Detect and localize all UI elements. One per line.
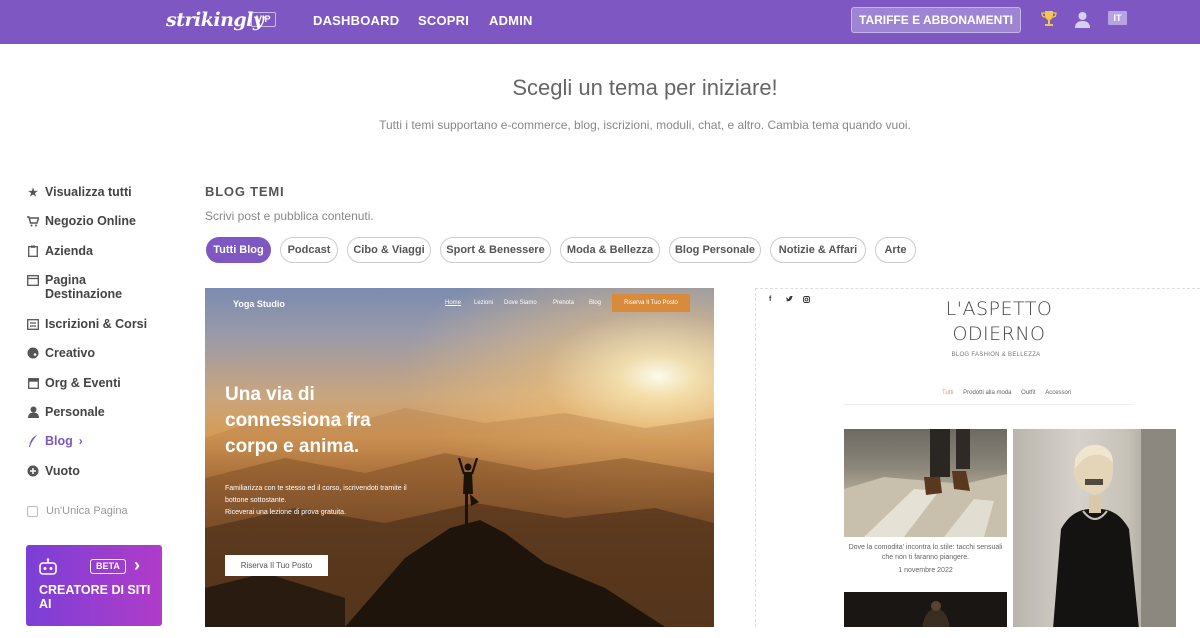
clipboard-icon [27, 245, 39, 257]
sidebar-item-label: Azienda [45, 244, 93, 258]
sidebar-item-label: Vuoto [45, 464, 80, 478]
sidebar-item-iscrizioni-corsi[interactable]: Iscrizioni & Corsi [27, 317, 147, 331]
fashion-title-line: ODIERNO [952, 323, 1046, 345]
plus-circle-icon [27, 465, 39, 477]
top-navbar: strikingly VIP DASHBOARD SCOPRI ADMIN TA… [0, 0, 1200, 44]
sidebar-item-label: Visualizza tutti [45, 185, 132, 199]
template-card-yoga-studio[interactable]: Yoga Studio Home Lezioni Dove Siamo Pren… [205, 288, 714, 627]
nav-dashboard[interactable]: DASHBOARD [313, 13, 399, 28]
robot-icon [38, 558, 58, 581]
sidebar-item-label: Personale [45, 405, 105, 419]
filter-podcast[interactable]: Podcast [280, 237, 338, 263]
post-caption: Dove la comodita' incontra lo stile: tac… [848, 544, 1003, 561]
template-card-fashion-blog[interactable]: f L'ASPETTO ODIERNO BLOG FASHION & BELLE… [755, 288, 1200, 627]
sidebar-item-label: Iscrizioni & Corsi [45, 317, 148, 331]
filter-tutti-blog[interactable]: Tutti Blog [206, 237, 271, 263]
sidebar-item-label: Negozio Online [45, 214, 136, 228]
fashion-tabs: Tutti Prodotti alla moda Outfit Accessor… [942, 390, 1071, 396]
yoga-body-line: Familiarizza con te stesso ed il corso, … [225, 485, 407, 504]
yoga-nav-lezioni: Lezioni [474, 300, 494, 306]
sidebar-item-personale[interactable]: Personale [27, 405, 105, 419]
cart-icon [27, 215, 39, 227]
yoga-cta-button: Riserva Il Tuo Posto [612, 294, 690, 312]
section-subtitle: Scrivi post e pubblica contenuti. [205, 209, 374, 223]
sidebar-item-label: Creativo [45, 346, 96, 360]
divider [844, 404, 1134, 405]
yoga-nav-dove-siamo: Dove Siamo [504, 300, 537, 306]
instagram-icon [803, 296, 810, 305]
fashion-tab-tutti: Tutti [942, 390, 954, 396]
fashion-title-line: L'ASPETTO [945, 298, 1053, 320]
fashion-tab-prodotti: Prodotti alla moda [963, 390, 1012, 396]
vip-badge: VIP [251, 12, 276, 27]
yoga-brand: Yoga Studio [233, 299, 285, 309]
yoga-nav-home: Home [445, 300, 462, 306]
yoga-nav-prenota: Prenota [553, 300, 575, 306]
one-page-checkbox[interactable]: Un'Unica Pagina [27, 505, 128, 517]
yoga-hero-heading: Una via di connessiona fra corpo e anima… [225, 384, 371, 457]
filter-blog-personale[interactable]: Blog Personale [669, 237, 761, 263]
ai-site-builder-card[interactable]: BETA › CREATORE DI SITI AI [26, 545, 162, 626]
twitter-icon [786, 296, 793, 304]
dark-post-photo [844, 592, 1007, 627]
sidebar-item-azienda[interactable]: Azienda [27, 244, 93, 258]
chevron-right-icon: › [78, 434, 83, 448]
strikingly-logo[interactable]: strikingly [166, 9, 264, 31]
chevron-right-icon: › [134, 555, 140, 575]
page-subtitle: Tutti i temi supportano e-commerce, blog… [379, 118, 911, 132]
trophy-icon[interactable] [1040, 9, 1058, 29]
filter-notizie-affari[interactable]: Notizie & Affari [770, 237, 866, 263]
sidebar-item-label: Org & Eventi [45, 376, 121, 390]
section-title: BLOG TEMI [205, 184, 285, 199]
sidebar-item-blog[interactable]: Blog › [27, 434, 83, 448]
one-page-label: Un'Unica Pagina [46, 505, 128, 517]
post-date: 1 novembre 2022 [898, 567, 953, 574]
list-icon [27, 318, 39, 330]
fashion-tab-accessori: Accessori [1045, 390, 1072, 396]
user-icon[interactable] [1073, 9, 1091, 29]
checkbox[interactable] [27, 505, 38, 517]
nav-admin[interactable]: ADMIN [489, 13, 533, 28]
filter-cibo-viaggi[interactable]: Cibo & Viaggi [347, 237, 431, 263]
person-icon [27, 406, 39, 418]
filter-moda-bellezza[interactable]: Moda & Bellezza [560, 237, 660, 263]
page-title: Scegli un tema per iniziare! [512, 75, 778, 100]
fashion-blog-title: L'ASPETTO ODIERNO [944, 297, 1054, 347]
beta-badge: BETA [90, 559, 126, 574]
yoga-body-text: Familiarizza con te stesso ed il corso, … [225, 483, 425, 519]
sidebar-item-pagina-destinazione[interactable]: Pagina Destinazione [27, 273, 157, 301]
quill-icon [27, 435, 39, 447]
shoes-photo [844, 429, 1007, 537]
language-selector[interactable]: IT [1108, 11, 1127, 25]
filter-sport-benessere[interactable]: Sport & Benessere [440, 237, 551, 263]
sidebar-item-vuoto[interactable]: Vuoto [27, 464, 80, 478]
filter-arte[interactable]: Arte [875, 237, 916, 263]
pricing-button[interactable]: TARIFFE E ABBONAMENTI [851, 7, 1021, 33]
ai-card-title: CREATORE DI SITI AI [39, 583, 151, 611]
yoga-body-line: Riceverai una lezione di prova gratuita. [225, 509, 347, 516]
calendar-icon [27, 377, 39, 389]
fashion-tab-outfit: Outfit [1021, 390, 1036, 396]
sidebar-item-org-eventi[interactable]: Org & Eventi [27, 376, 121, 390]
nav-scopri[interactable]: SCOPRI [418, 13, 469, 28]
model-photo [1013, 429, 1176, 627]
yoga-reserve-button: Riserva Il Tuo Posto [225, 555, 328, 576]
palette-icon [27, 347, 39, 359]
facebook-icon: f [769, 296, 772, 303]
sidebar-item-label: Pagina Destinazione [45, 273, 123, 301]
sidebar-item-negozio-online[interactable]: Negozio Online [27, 214, 136, 228]
sidebar-item-creativo[interactable]: Creativo [27, 346, 95, 360]
star-icon: ★ [28, 186, 38, 199]
fashion-blog-subtitle: BLOG FASHION & BELLEZZA [951, 352, 1041, 358]
yoga-nav-blog: Blog [589, 300, 602, 306]
window-icon [27, 274, 39, 286]
sidebar-item-label: Blog [45, 434, 73, 448]
sidebar-item-visualizza-tutti[interactable]: ★ Visualizza tutti [27, 185, 132, 199]
